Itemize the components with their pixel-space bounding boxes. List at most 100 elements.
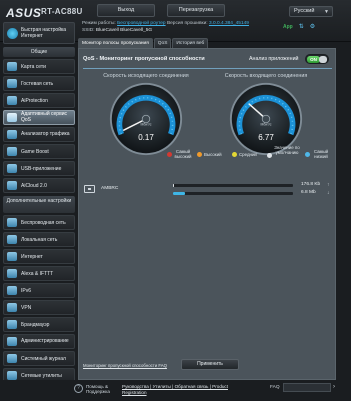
logout-button[interactable]: Выход bbox=[97, 4, 155, 17]
lan-icon bbox=[7, 235, 17, 244]
upload-rate: 176.8 Kb bbox=[301, 182, 320, 187]
tab-qos[interactable]: QoS bbox=[153, 38, 172, 48]
sidebar-item-label: IPv6 bbox=[21, 287, 32, 294]
firmware-link[interactable]: 3.0.0.4.384_45149 bbox=[209, 21, 249, 26]
download-arrow-icon: ↓ bbox=[327, 190, 330, 196]
priority-legend: Самый высокий Высокий Средний Значение п… bbox=[167, 145, 335, 171]
usb-icon bbox=[7, 164, 17, 173]
alexa-icon bbox=[7, 269, 17, 278]
sidebar-item-network-map[interactable]: Карта сети bbox=[3, 59, 75, 74]
gamepad-icon bbox=[7, 147, 17, 156]
ipv6-icon bbox=[7, 286, 17, 295]
download-speed-value: 6.77 bbox=[258, 133, 274, 142]
client-row[interactable]: AMBRC 176.8 Kb ↑ 6.8 Mb ↓ bbox=[83, 182, 333, 198]
tab-web-history[interactable]: История веб bbox=[172, 38, 209, 48]
product-registration-link[interactable]: Registration bbox=[122, 390, 147, 395]
admin-icon bbox=[7, 337, 17, 346]
sidebar-item-game-boost[interactable]: Game Boost bbox=[3, 144, 75, 159]
legend-item-high: Высокий bbox=[197, 152, 222, 157]
footer: ? Помощь & Поддержка Руководства | Утили… bbox=[0, 380, 351, 401]
sidebar-item-ipv6[interactable]: IPv6 bbox=[3, 283, 75, 298]
footer-links: Руководства | Утилиты | Обратная связь |… bbox=[122, 384, 240, 396]
download-rate: 6.8 Mb bbox=[301, 190, 316, 195]
faq-search-input[interactable] bbox=[283, 383, 331, 392]
legend-dot bbox=[305, 152, 310, 157]
vpn-icon bbox=[7, 303, 17, 312]
bandwidth-faq-link[interactable]: Мониторинг пропускной способности FAQ bbox=[83, 363, 167, 368]
legend-item-default: Значение по умолчанию bbox=[267, 145, 300, 158]
quick-setup-button[interactable]: Быстрая настройка Интернет bbox=[3, 22, 75, 44]
app-analysis-toggle[interactable]: ON bbox=[305, 54, 329, 64]
sidebar-item-traffic-analyzer[interactable]: Анализатор трафика bbox=[3, 127, 75, 142]
sidebar-item-label: Администрирование bbox=[21, 337, 69, 344]
sidebar-item-label: Гостевая сеть bbox=[21, 80, 54, 87]
download-bar-fill bbox=[173, 192, 185, 195]
app-status-icon[interactable]: App bbox=[283, 24, 293, 30]
sidebar-item-label: Локальная сеть bbox=[21, 236, 58, 243]
main-panel: QoS - Мониторинг пропускной способности … bbox=[78, 48, 336, 380]
guest-network-icon bbox=[7, 79, 17, 88]
language-value: Русский bbox=[294, 8, 315, 14]
ssid-5g: BlueCavell_5G bbox=[120, 28, 153, 33]
upload-speed-value: 0.17 bbox=[138, 133, 154, 142]
upload-unit: Мбит/с bbox=[141, 123, 152, 127]
toggle-knob bbox=[319, 56, 327, 63]
legend-item-lowest: Самый низкий bbox=[305, 149, 330, 160]
legend-label: Значение по умолчанию bbox=[274, 145, 300, 156]
sidebar-item-guest-network[interactable]: Гостевая сеть bbox=[3, 76, 75, 91]
qos-icon bbox=[7, 113, 17, 122]
sidebar-item-aiprotection[interactable]: AiProtection bbox=[3, 93, 75, 108]
sidebar: Быстрая настройка Интернет Общие Карта с… bbox=[3, 22, 75, 383]
sidebar-item-vpn[interactable]: VPN bbox=[3, 300, 75, 315]
legend-label: Самый низкий bbox=[313, 149, 329, 160]
footer-links-line[interactable]: Руководства | Утилиты | Обратная связь |… bbox=[122, 384, 228, 389]
upload-rate-value: 176.8 bbox=[301, 182, 314, 187]
network-status-icon[interactable]: ⇅ bbox=[299, 23, 304, 30]
firmware-label: Версия прошивки: bbox=[166, 21, 208, 26]
sidebar-item-aicloud[interactable]: AiCloud 2.0 bbox=[3, 178, 75, 193]
search-icon[interactable]: › bbox=[333, 384, 341, 391]
legend-label: Средний bbox=[239, 152, 257, 157]
help-icon: ? bbox=[74, 384, 83, 393]
mode-link[interactable]: Беспроводной роутер bbox=[117, 21, 166, 26]
legend-dot bbox=[167, 152, 172, 157]
ssid-label: SSID: bbox=[82, 28, 95, 33]
sidebar-item-wan[interactable]: Интернет bbox=[3, 249, 75, 264]
sidebar-item-alexa-ifttt[interactable]: Alexa & IFTTT bbox=[3, 266, 75, 281]
sidebar-item-label: Анализатор трафика bbox=[21, 130, 70, 137]
sidebar-item-adaptive-qos[interactable]: Адаптивный сервис QoS bbox=[3, 110, 75, 125]
sidebar-item-system-log[interactable]: Системный журнал bbox=[3, 351, 75, 366]
sidebar-item-lan[interactable]: Локальная сеть bbox=[3, 232, 75, 247]
sidebar-item-administration[interactable]: Администрирование bbox=[3, 334, 75, 349]
tab-bandwidth-monitor[interactable]: Монитор полосы пропускания bbox=[78, 38, 153, 48]
legend-item-medium: Средний bbox=[232, 152, 257, 157]
apply-button[interactable]: Применить bbox=[181, 359, 239, 370]
tab-bar: Монитор полосы пропускания QoS История в… bbox=[78, 38, 209, 48]
computer-icon bbox=[84, 185, 95, 193]
faq-label: FAQ bbox=[270, 385, 280, 390]
network-map-icon bbox=[7, 62, 17, 71]
legend-label: Самый высокий bbox=[174, 149, 192, 160]
legend-dot bbox=[197, 152, 202, 157]
router-info: Режим работы: Беспроводной роутер Версия… bbox=[82, 20, 249, 34]
upload-rate-unit: Kb bbox=[314, 182, 321, 187]
quick-setup-label: Быстрая настройка Интернет bbox=[21, 27, 67, 39]
upload-arrow-icon: ↑ bbox=[327, 182, 330, 188]
download-gauge-title: Скорость входящего соединения bbox=[224, 73, 308, 79]
sidebar-item-wireless[interactable]: Беспроводная сеть bbox=[3, 215, 75, 230]
language-select[interactable]: Русский ▼ bbox=[289, 6, 333, 17]
sidebar-item-label: Сетевые утилиты bbox=[21, 372, 62, 379]
advanced-section-title: Дополнительные настройки bbox=[3, 196, 75, 213]
sidebar-item-label: AiProtection bbox=[21, 97, 48, 104]
sidebar-item-label: Game Boost bbox=[21, 148, 49, 155]
sidebar-item-firewall[interactable]: Брандмауэр bbox=[3, 317, 75, 332]
usb-status-icon[interactable]: ⚙ bbox=[310, 23, 315, 30]
sidebar-item-label: Alexa & IFTTT bbox=[21, 270, 54, 277]
reboot-button[interactable]: Перезагрузка bbox=[167, 4, 225, 17]
globe-icon bbox=[7, 252, 17, 261]
router-model: RT-AC88U bbox=[41, 7, 83, 16]
legend-dot bbox=[232, 152, 237, 157]
globe-icon bbox=[7, 27, 18, 39]
status-icons: App ⇅ ⚙ bbox=[283, 23, 315, 31]
sidebar-item-usb-app[interactable]: USB-приложение bbox=[3, 161, 75, 176]
